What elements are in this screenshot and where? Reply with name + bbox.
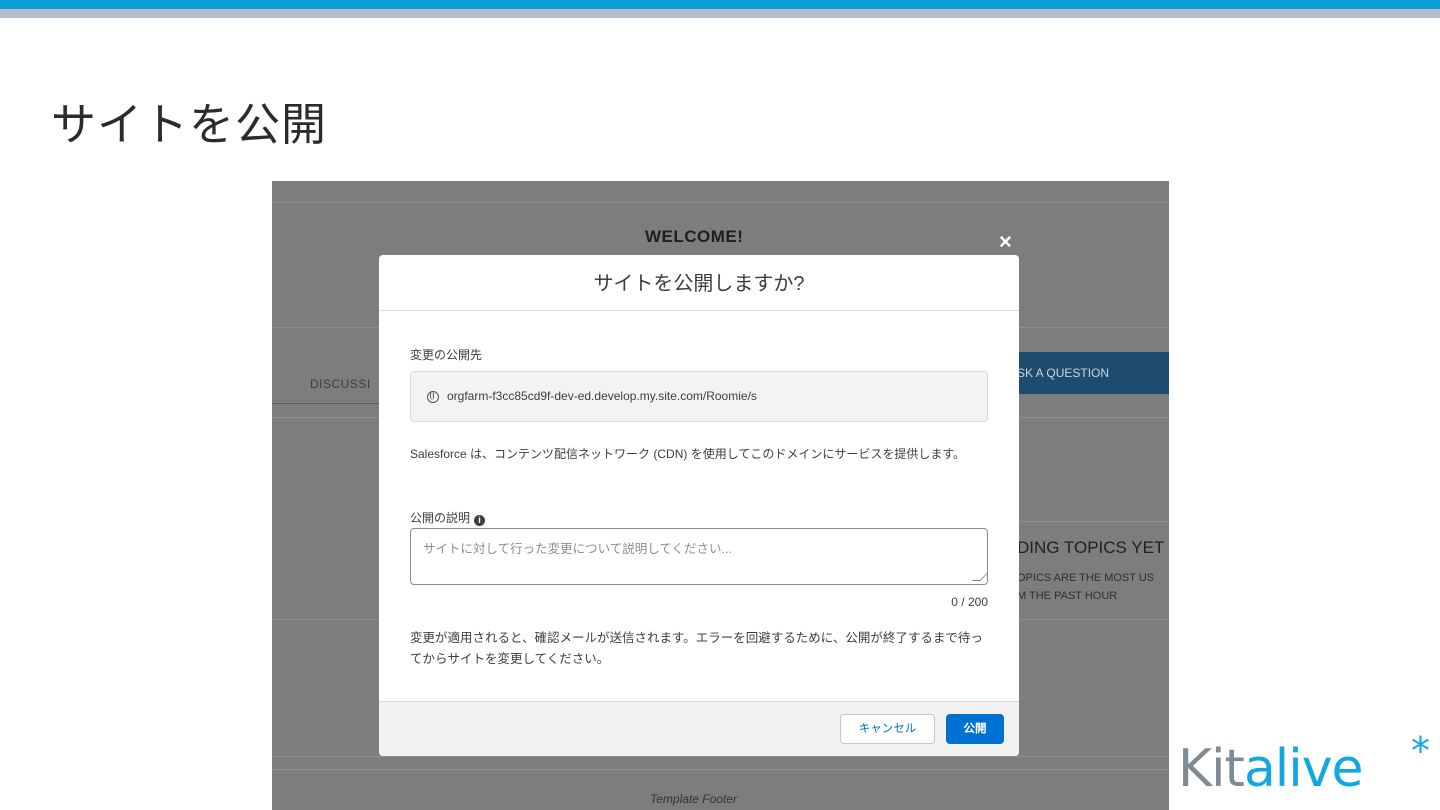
topics-subtext: OPICS ARE THE MOST US [1017, 572, 1155, 584]
publish-button[interactable]: 公開 [946, 714, 1004, 744]
welcome-heading: WELCOME! [645, 227, 744, 246]
char-counter: 0 / 200 [951, 595, 988, 609]
url-display: orgfarm-f3cc85cd9f-dev-ed.develop.my.sit… [410, 371, 988, 422]
description-label-text: 公開の説明 [410, 511, 471, 525]
site-url: orgfarm-f3cc85cd9f-dev-ed.develop.my.sit… [447, 389, 757, 403]
dialog-title: サイトを公開しますか? [379, 255, 1019, 311]
topics-title: DING TOPICS YET [1017, 538, 1165, 557]
close-icon[interactable]: × [999, 231, 1012, 253]
destination-label: 変更の公開先 [410, 348, 483, 362]
kitalive-logo: Kitalive * [1178, 729, 1430, 799]
screenshot-frame: WELCOME! DISCUSSI SK A QUESTION DING TOP… [272, 181, 1169, 810]
ask-question-button[interactable]: SK A QUESTION [1017, 352, 1169, 394]
resize-handle-icon[interactable] [972, 573, 988, 581]
top-accent-bar-secondary [0, 9, 1440, 18]
description-placeholder: サイトに対して行った変更について説明してください... [423, 542, 732, 556]
divider [272, 769, 1169, 770]
tab-discussions[interactable]: DISCUSSI [310, 377, 371, 391]
description-input[interactable]: サイトに対して行った変更について説明してください... [410, 528, 988, 585]
logo-text-alive: alive [1243, 739, 1364, 799]
description-label: 公開の説明 i [410, 509, 486, 526]
info-icon[interactable]: i [474, 515, 486, 526]
logo-star-icon: * [1411, 729, 1430, 773]
tab-underline [272, 403, 382, 404]
divider [272, 756, 1169, 757]
publish-dialog: サイトを公開しますか? 変更の公開先 orgfarm-f3cc85cd9f-de… [379, 255, 1019, 756]
top-accent-bar [0, 0, 1440, 9]
confirmation-notice: 変更が適用されると、確認メールが送信されます。エラーを回避するために、公開が終了… [410, 631, 983, 666]
slide-title: サイトを公開 [51, 98, 328, 151]
cancel-button[interactable]: キャンセル [840, 714, 935, 744]
topics-subtext: M THE PAST HOUR [1017, 590, 1118, 602]
logo-text-kit: Kit [1178, 739, 1245, 799]
cdn-notice: Salesforce は、コンテンツ配信ネットワーク (CDN) を使用してこの… [410, 447, 966, 461]
globe-icon [427, 391, 439, 403]
divider [272, 202, 1169, 203]
topics-panel [1017, 521, 1169, 620]
template-footer: Template Footer [650, 792, 737, 806]
dialog-footer: キャンセル 公開 [379, 701, 1019, 756]
